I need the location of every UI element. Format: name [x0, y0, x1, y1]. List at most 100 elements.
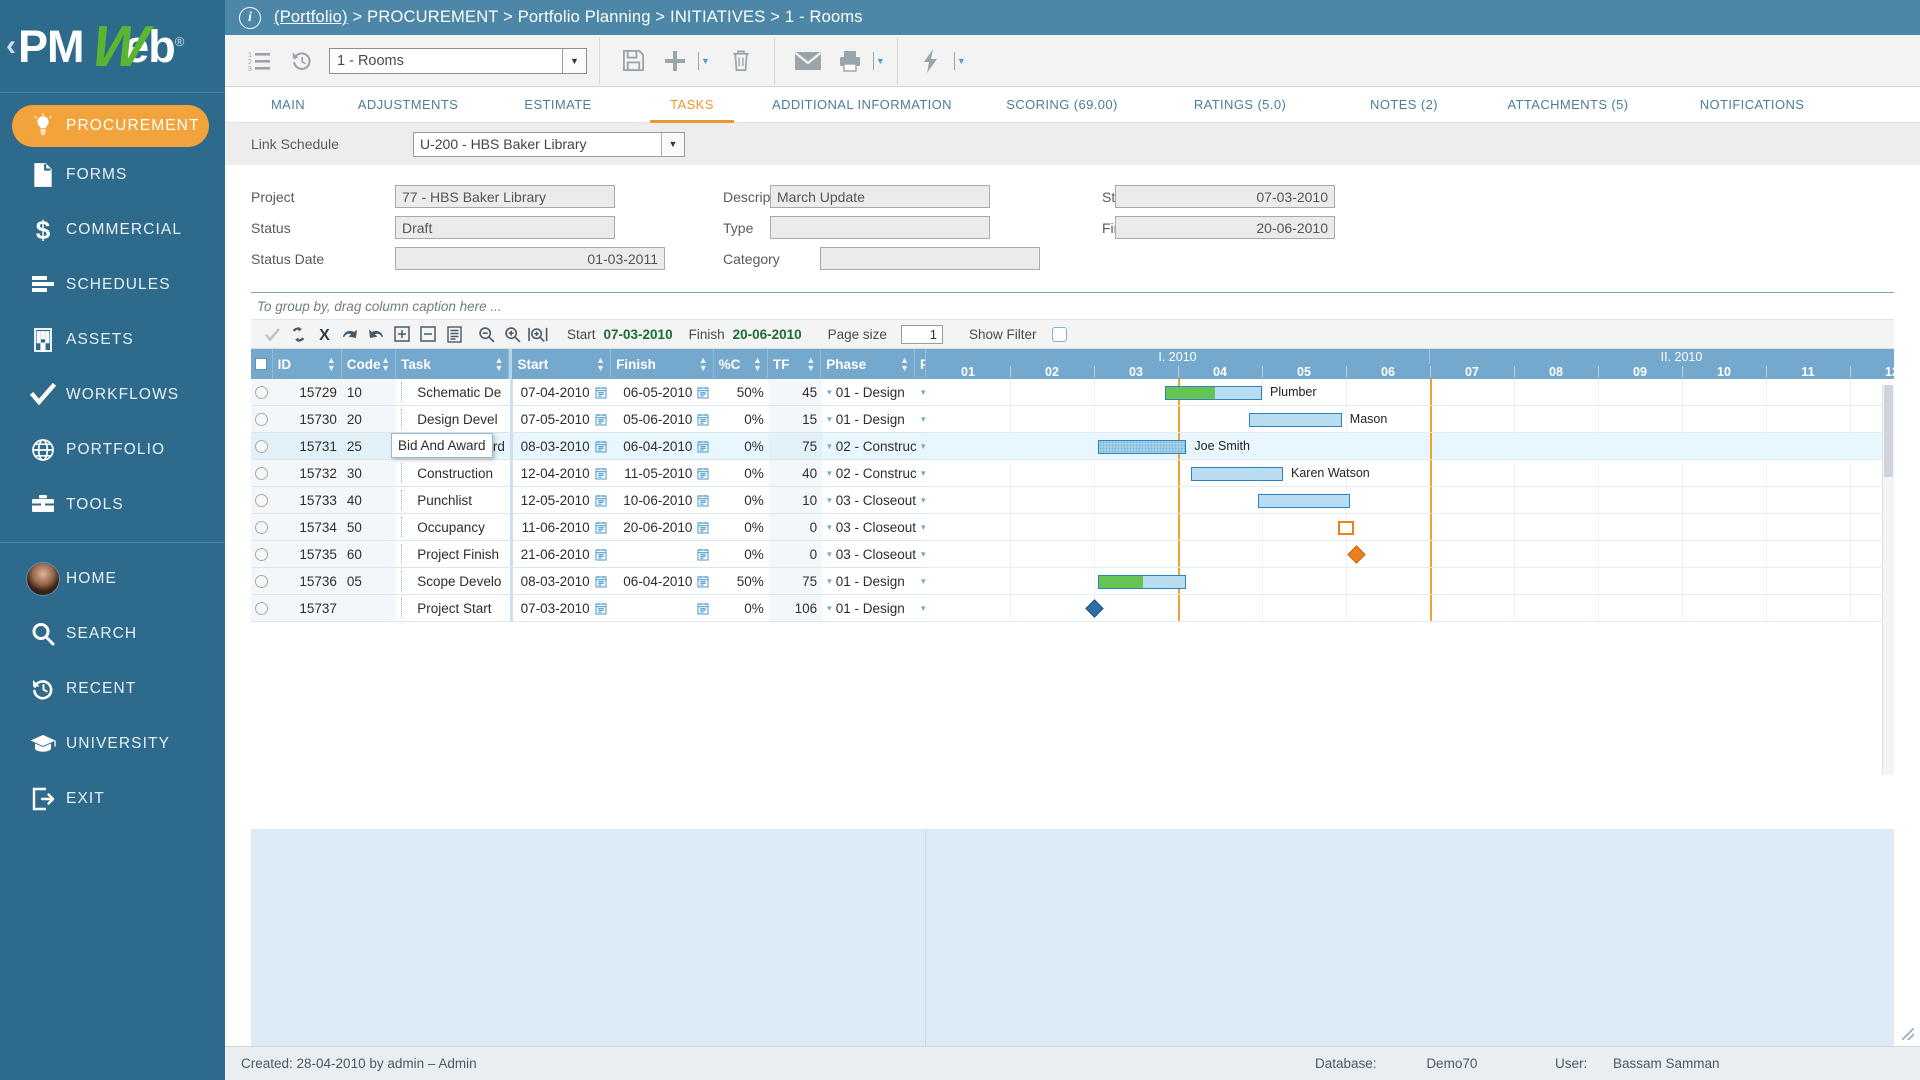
- cell-finish[interactable]: 10-06-2010: [612, 487, 715, 513]
- cell-task[interactable]: Project Start: [396, 595, 510, 621]
- table-row[interactable]: 1573125Bid And Award 08-03-201006-04-2010…: [251, 433, 926, 460]
- cell-task[interactable]: Project Finish: [396, 541, 510, 567]
- category-field[interactable]: [820, 247, 1040, 270]
- cell-start[interactable]: 07-04-2010: [509, 379, 612, 405]
- calendar-icon[interactable]: [697, 467, 709, 480]
- history-revert-icon[interactable]: [281, 41, 323, 81]
- cell-start[interactable]: 08-03-2010: [509, 433, 612, 459]
- calendar-icon[interactable]: [595, 494, 607, 507]
- sidebar-item-assets[interactable]: ASSETS: [0, 312, 225, 367]
- sidebar-item-home[interactable]: HOME: [0, 551, 225, 606]
- cell-start[interactable]: 08-03-2010: [509, 568, 612, 594]
- chevron-down-icon[interactable]: ▾: [921, 414, 926, 425]
- cell-phase[interactable]: ▾ 01 - Design: [822, 406, 916, 432]
- sort-icon[interactable]: ▲ ▼: [806, 356, 815, 373]
- calendar-icon[interactable]: [595, 548, 607, 561]
- collapse-icon[interactable]: [415, 321, 441, 347]
- record-select[interactable]: 1 - Rooms ▼: [329, 47, 587, 74]
- chevron-down-icon[interactable]: ▾: [827, 387, 832, 398]
- project-field[interactable]: 77 - HBS Baker Library: [395, 185, 615, 208]
- zoom-out-icon[interactable]: [473, 321, 499, 347]
- status-field[interactable]: Draft: [395, 216, 615, 239]
- calendar-icon[interactable]: [595, 386, 607, 399]
- save-icon[interactable]: [612, 41, 654, 81]
- chevron-down-icon[interactable]: ▾: [921, 441, 926, 452]
- collapse-sidebar-icon[interactable]: ‹: [6, 29, 16, 63]
- cell-phase[interactable]: ▾ 01 - Design: [822, 379, 916, 405]
- cell-phase[interactable]: ▾ 03 - Closeout: [822, 514, 916, 540]
- sidebar-item-recent[interactable]: RECENT: [0, 661, 225, 716]
- chevron-down-icon[interactable]: ▾: [921, 549, 926, 560]
- cell-responsible[interactable]: ▾A+ Architec: [916, 406, 926, 432]
- cell-responsible[interactable]: ▾Tishman Co: [916, 487, 926, 513]
- sidebar-item-search[interactable]: SEARCH: [0, 606, 225, 661]
- sort-icon[interactable]: ▲ ▼: [596, 356, 605, 373]
- cell-phase[interactable]: ▾02 - Constructio: [822, 433, 916, 459]
- tab-notifications[interactable]: NOTIFICATIONS: [1657, 87, 1847, 122]
- calendar-icon[interactable]: [595, 467, 607, 480]
- refresh-icon[interactable]: [285, 321, 311, 347]
- row-select-radio[interactable]: [251, 379, 273, 405]
- calendar-icon[interactable]: [697, 494, 709, 507]
- gantt-milestone[interactable]: [1338, 521, 1354, 535]
- gantt-milestone[interactable]: [1347, 545, 1366, 564]
- chevron-down-icon[interactable]: ▼: [562, 48, 586, 73]
- breadcrumb-portfolio-link[interactable]: (Portfolio): [274, 8, 348, 26]
- cell-start[interactable]: 12-04-2010: [509, 460, 612, 486]
- check-icon[interactable]: [259, 321, 285, 347]
- workflow-split-button[interactable]: ▼: [910, 41, 966, 81]
- status-date-field[interactable]: 01-03-2011: [395, 247, 665, 270]
- calendar-icon[interactable]: [697, 521, 709, 534]
- group-by-bar[interactable]: To group by, drag column caption here ..…: [251, 293, 1894, 320]
- chevron-down-icon[interactable]: ▾: [921, 468, 926, 479]
- cell-percent-complete[interactable]: 0%: [714, 514, 768, 540]
- chevron-down-icon[interactable]: ▾: [827, 441, 832, 452]
- cell-start[interactable]: 21-06-2010: [509, 541, 612, 567]
- chevron-down-icon[interactable]: ▾: [827, 495, 832, 506]
- link-schedule-select[interactable]: U-200 - HBS Baker Library ▼: [413, 131, 685, 157]
- cell-start[interactable]: 07-03-2010: [509, 595, 612, 621]
- cell-phase[interactable]: ▾ 03 - Closeout: [822, 487, 916, 513]
- gantt-bar[interactable]: [1249, 413, 1342, 427]
- table-row[interactable]: 15737 Project Start 07-03-2010 0% 106 ▾ 01 - D…: [251, 595, 926, 622]
- tab-ratings[interactable]: RATINGS (5.0): [1151, 87, 1329, 122]
- sort-icon[interactable]: ▲ ▼: [900, 356, 909, 373]
- gantt-bar[interactable]: [1165, 386, 1262, 400]
- sidebar-item-forms[interactable]: FORMS: [0, 147, 225, 202]
- chevron-down-icon[interactable]: ▾: [827, 549, 832, 560]
- column-header-percent-complete[interactable]: %C ▲ ▼: [714, 349, 768, 379]
- calendar-icon[interactable]: [595, 413, 607, 426]
- tab-main[interactable]: MAIN: [243, 87, 333, 122]
- cell-percent-complete[interactable]: 0%: [714, 406, 768, 432]
- row-select-radio[interactable]: [251, 514, 273, 540]
- calendar-icon[interactable]: [697, 602, 709, 615]
- type-field[interactable]: [770, 216, 990, 239]
- sort-icon[interactable]: ▲ ▼: [381, 356, 390, 373]
- app-logo[interactable]: ‹ PMWeb® W: [0, 0, 225, 92]
- tab-attachments[interactable]: ATTACHMENTS (5): [1479, 87, 1657, 122]
- gantt-bar[interactable]: [1190, 467, 1283, 481]
- cell-start[interactable]: 12-05-2010: [509, 487, 612, 513]
- column-header-tf[interactable]: TF ▲ ▼: [768, 349, 822, 379]
- finish-field[interactable]: 20-06-2010: [1115, 216, 1335, 239]
- calendar-icon[interactable]: [697, 413, 709, 426]
- calendar-icon[interactable]: [697, 440, 709, 453]
- print-split-button[interactable]: ▼: [829, 41, 885, 81]
- table-row[interactable]: 15736 05 Scope Develo 08-03-2010 06-04-2010 5…: [251, 568, 926, 595]
- row-select-radio[interactable]: [251, 460, 273, 486]
- cell-finish[interactable]: 06-04-2010: [612, 433, 715, 459]
- tab-scoring[interactable]: SCORING (69.00): [973, 87, 1151, 122]
- cell-responsible[interactable]: ▾A+ Architec: [916, 568, 926, 594]
- sort-icon[interactable]: ▲ ▼: [753, 356, 762, 373]
- cell-task[interactable]: Design Devel: [396, 406, 510, 432]
- list-icon[interactable]: 1 2 3: [239, 41, 281, 81]
- row-select-radio[interactable]: [251, 595, 273, 621]
- redo-icon[interactable]: [363, 321, 389, 347]
- column-header-id[interactable]: ID ▲ ▼: [273, 349, 342, 379]
- sidebar-item-university[interactable]: UNIVERSITY: [0, 716, 225, 771]
- calendar-icon[interactable]: [595, 521, 607, 534]
- chevron-down-icon[interactable]: ▾: [827, 468, 832, 479]
- cell-responsible[interactable]: ▾A+ Architec: [916, 379, 926, 405]
- table-row[interactable]: 15730 20 Design Devel 07-05-2010 05-06-2010 0…: [251, 406, 926, 433]
- add-split-button[interactable]: ▼: [654, 41, 710, 81]
